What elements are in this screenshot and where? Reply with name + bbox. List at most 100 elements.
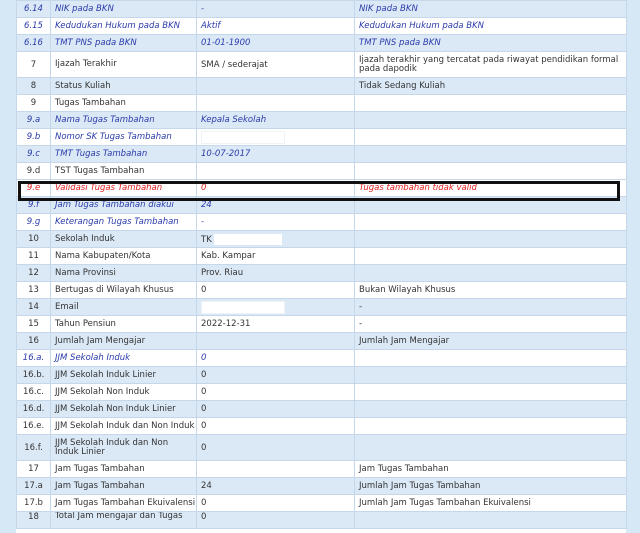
row-number: 8: [16, 77, 51, 95]
table-row: 16.f. JJM Sekolah Induk dan Non Induk Lin…: [16, 434, 627, 461]
data-table-body: 6.14 NIK pada BKN - NIK pada BKN 6.15 Keduduk…: [16, 0, 627, 529]
table-row: 16.b. JJM Sekolah Induk Linier 0: [16, 366, 627, 384]
row-value: 24: [196, 196, 355, 214]
row-label: Nama Provinsi: [50, 264, 197, 282]
row-number: 9.c: [16, 145, 51, 163]
row-number: 9.b: [16, 128, 51, 146]
row-info: [354, 417, 627, 435]
row-number: 17.b: [16, 494, 51, 512]
row-value: 24: [196, 477, 355, 495]
row-value: Prov. Riau: [196, 264, 355, 282]
row-info: Tidak Sedang Kuliah: [354, 77, 627, 95]
row-value: SMA / sederajat: [196, 51, 355, 78]
row-value: 2022-12-31: [196, 315, 355, 333]
row-number: 6.16: [16, 34, 51, 52]
row-value: 0: [196, 434, 355, 461]
row-info: -: [354, 298, 627, 316]
row-info: Ijazah terakhir yang tercatat pada riway…: [354, 51, 627, 78]
right-scrollbar-track[interactable]: [626, 0, 640, 533]
row-info: [354, 349, 627, 367]
row-label: Nama Kabupaten/Kota: [50, 247, 197, 265]
table-row: 9.f Jam Tugas Tambahan diakui 24: [16, 196, 627, 214]
row-label: Jam Tugas Tambahan: [50, 460, 197, 478]
app-frame: 6.14 NIK pada BKN - NIK pada BKN 6.15 Keduduk…: [0, 0, 640, 533]
table-row: 9.a Nama Tugas Tambahan Kepala Sekolah: [16, 111, 627, 129]
row-number: 12: [16, 264, 51, 282]
row-info: [354, 196, 627, 214]
row-value: [196, 128, 355, 146]
table-row: 16.d. JJM Sekolah Non Induk Linier 0: [16, 400, 627, 418]
row-number: 16: [16, 332, 51, 350]
row-label: Jumlah Jam Mengajar: [50, 332, 197, 350]
table-row: 17 Jam Tugas Tambahan Jam Tugas Tambahan: [16, 460, 627, 478]
row-number: 6.15: [16, 17, 51, 35]
row-label: Tugas Tambahan: [50, 94, 197, 112]
row-info: [354, 400, 627, 418]
table-row: 14 Email -: [16, 298, 627, 316]
table-row: 9.c TMT Tugas Tambahan 10-07-2017: [16, 145, 627, 163]
table-row: 16 Jumlah Jam Mengajar Jumlah Jam Mengajar: [16, 332, 627, 350]
row-info: [354, 434, 627, 461]
row-value: [196, 94, 355, 112]
row-value: 0: [196, 494, 355, 512]
row-info: NIK pada BKN: [354, 0, 627, 18]
table-row: 9.e Validasi Tugas Tambahan 0 Tugas tambaha…: [16, 179, 627, 197]
row-value: 0: [196, 417, 355, 435]
row-value: 0: [196, 511, 355, 529]
row-label: JJM Sekolah Non Induk: [50, 383, 197, 401]
row-info: [354, 111, 627, 129]
row-value: [196, 162, 355, 180]
row-value: 0: [196, 349, 355, 367]
row-label: Kedudukan Hukum pada BKN: [50, 17, 197, 35]
row-info: [354, 383, 627, 401]
row-number: 9.g: [16, 213, 51, 231]
row-value: TK: [196, 230, 355, 248]
table-row: 10 Sekolah Induk TK: [16, 230, 627, 248]
row-number: 16.e.: [16, 417, 51, 435]
row-label: Keterangan Tugas Tambahan: [50, 213, 197, 231]
row-label: JJM Sekolah Induk: [50, 349, 197, 367]
row-number: 16.d.: [16, 400, 51, 418]
table-row: 6.14 NIK pada BKN - NIK pada BKN: [16, 0, 627, 18]
row-label: NIK pada BKN: [50, 0, 197, 18]
row-info: [354, 230, 627, 248]
row-number: 17.a: [16, 477, 51, 495]
table-row: 16.c. JJM Sekolah Non Induk 0: [16, 383, 627, 401]
row-value: -: [196, 213, 355, 231]
row-number: 9.f: [16, 196, 51, 214]
row-info: [354, 366, 627, 384]
row-info: TMT PNS pada BKN: [354, 34, 627, 52]
row-number: 9.d: [16, 162, 51, 180]
row-info: -: [354, 315, 627, 333]
row-number: 15: [16, 315, 51, 333]
row-label: JJM Sekolah Non Induk Linier: [50, 400, 197, 418]
row-info: [354, 145, 627, 163]
table-row: 15 Tahun Pensiun 2022-12-31-: [16, 315, 627, 333]
table-row: 18 Total Jam mengajar dan Tugas 0: [16, 511, 627, 529]
row-number: 17: [16, 460, 51, 478]
row-info: [354, 264, 627, 282]
row-label: Nomor SK Tugas Tambahan: [50, 128, 197, 146]
table-row: 16.a. JJM Sekolah Induk 0: [16, 349, 627, 367]
table-row: 6.16 TMT PNS pada BKN 01-01-1900 TMT PNS pa…: [16, 34, 627, 52]
row-label: TMT PNS pada BKN: [50, 34, 197, 52]
row-label: TMT Tugas Tambahan: [50, 145, 197, 163]
row-label: JJM Sekolah Induk dan Non Induk Linier: [50, 434, 197, 461]
data-table: 6.14 NIK pada BKN - NIK pada BKN 6.15 Keduduk…: [16, 0, 627, 529]
row-info: Jam Tugas Tambahan: [354, 460, 627, 478]
row-number: 14: [16, 298, 51, 316]
row-label: Total Jam mengajar dan Tugas: [50, 511, 197, 529]
table-row: 7 Ijazah Terakhir SMA / sederajat Ijazah te…: [16, 51, 627, 78]
table-row: 9 Tugas Tambahan: [16, 94, 627, 112]
row-info: [354, 162, 627, 180]
row-info: Jumlah Jam Tugas Tambahan: [354, 477, 627, 495]
row-label: JJM Sekolah Induk dan Non Induk: [50, 417, 197, 435]
row-number: 11: [16, 247, 51, 265]
table-row: 8 Status Kuliah Tidak Sedang Kuliah: [16, 77, 627, 95]
redacted-value: [201, 300, 285, 314]
redacted-value: [213, 233, 282, 245]
table-row: 9.b Nomor SK Tugas Tambahan: [16, 128, 627, 146]
table-row: 16.e. JJM Sekolah Induk dan Non Induk 0: [16, 417, 627, 435]
table-row: 11 Nama Kabupaten/Kota Kab. Kampar: [16, 247, 627, 265]
row-number: 9: [16, 94, 51, 112]
